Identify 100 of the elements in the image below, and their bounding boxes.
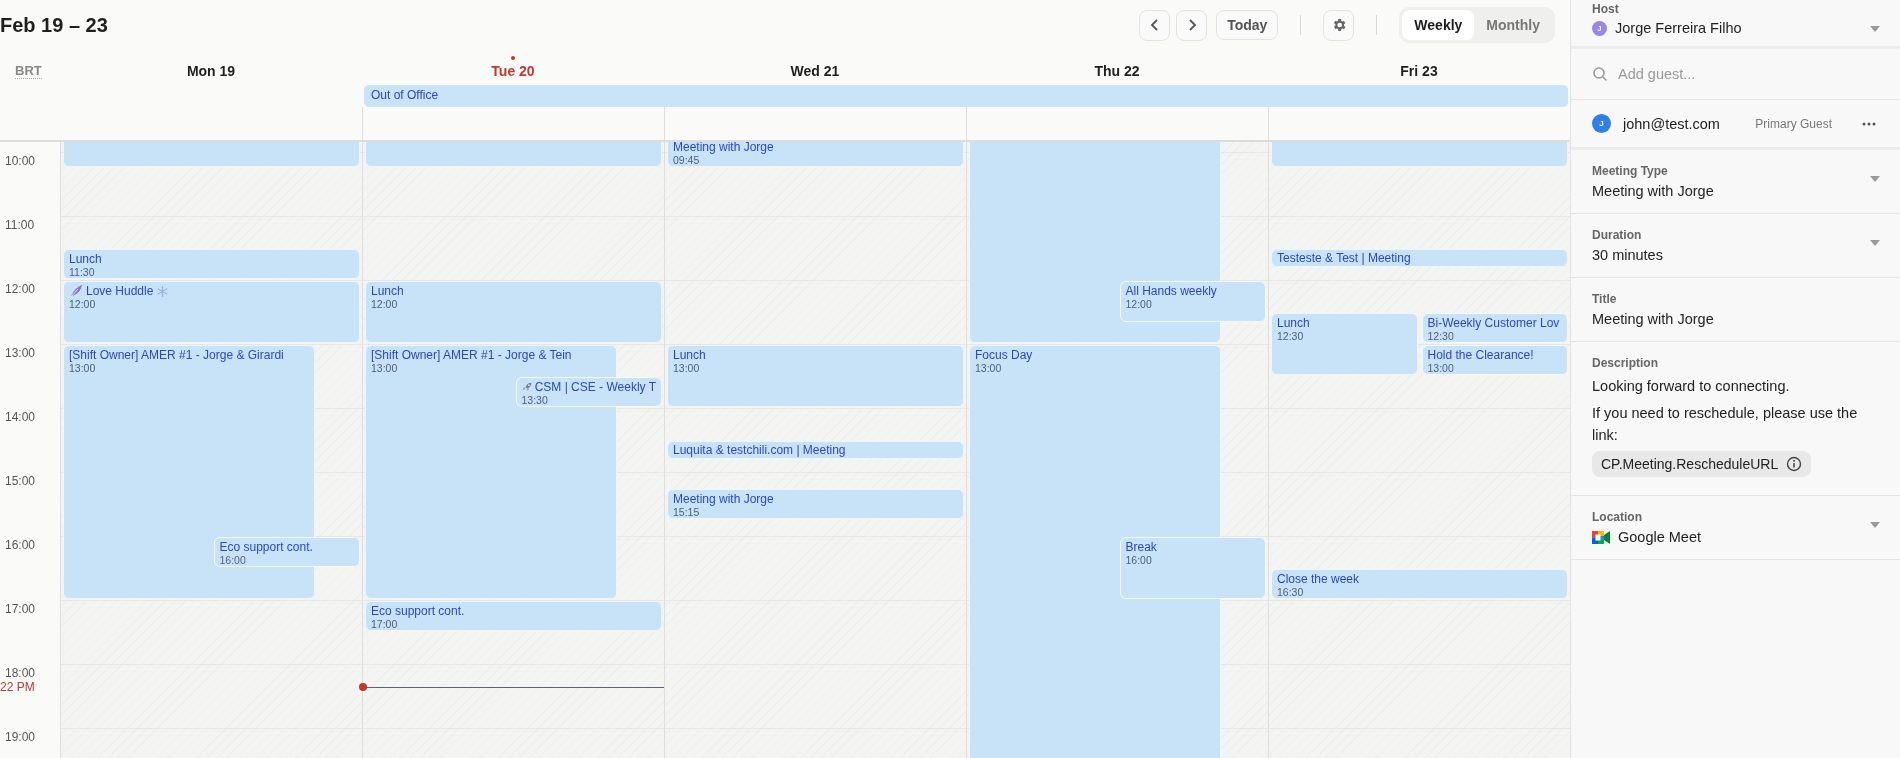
event-title: Testeste & Test | Meeting [1277,251,1411,265]
event-title: Lunch [371,284,404,298]
event-block[interactable]: Lunch 12:00 [365,281,662,343]
day-header: Thu 22 [1094,63,1140,79]
event-title: Love Huddle [86,284,154,298]
event-time: 13:30 [521,394,549,406]
event-title: Bi-Weekly Customer Lov [1427,316,1560,330]
event-time: 12:30 [1277,330,1305,342]
field-label: Meeting Type [1592,164,1669,178]
event-block[interactable]: CSM | CSE - Weekly T 13:30 [515,377,662,407]
event-block[interactable]: Hold the Clearance! 13:00 [1421,345,1568,375]
event-title: Hold the Clearance! [1427,348,1534,362]
hour-label: 12:00 [5,282,36,296]
hour-label: 19:00 [5,730,36,744]
host-label: Host [1592,2,1620,16]
event-block[interactable]: Lunch 11:30 [63,249,360,279]
event-title: Meeting with Jorge [673,492,774,506]
current-time-label: 22 PM [0,680,35,695]
variable-chip[interactable]: CP.Meeting.RescheduleURL [1592,451,1812,477]
field-value: 30 minutes [1592,247,1664,263]
chip-text: CP.Meeting.RescheduleURL [1601,456,1779,472]
event-block[interactable]: Eco support cont. 16:00 [213,537,360,567]
event-title: [Shift Owner] AMER #1 - Jorge & Girardi [69,348,284,362]
today-button[interactable]: Today [1216,10,1279,40]
guest-role: Primary Guest [1755,116,1832,131]
event-block[interactable]: Meeting with Jorge 15:15 [667,489,964,519]
field-label: Description [1592,356,1659,370]
current-time-dot [359,683,367,692]
description-text: If you need to reschedule, please use the link: [1592,404,1859,445]
event-title: Break [1125,540,1157,554]
day-header: Tue 20 [491,63,535,79]
event-block[interactable]: Lunch 12:30 [1271,313,1418,375]
event-title: Focus Day [975,348,1033,362]
chevron-left-icon [1149,19,1160,31]
more-icon [1862,121,1876,126]
host-name: Jorge Ferreira Filho [1615,20,1742,36]
event-block[interactable]: Testeste & Test | Meeting [1271,249,1568,267]
event-block[interactable]: All Hands weekly 12:00 [1119,281,1266,322]
event-title: [Shift Owner] AMER #1 - Jorge & Tein [371,348,572,362]
event-block[interactable]: Close the week 16:30 [1271,569,1568,599]
field-value: Google Meet [1618,529,1702,545]
event-time: 13:00 [371,362,399,374]
field-label: Title [1592,292,1618,306]
date-range-title: Feb 19 – 23 [0,13,109,37]
feather-icon [69,284,83,298]
event-title: Lunch [69,252,102,266]
timezone-label: BRT [15,63,42,79]
event-time: 13:00 [69,362,97,374]
hour-label: 13:00 [5,346,36,360]
info-icon [1786,456,1803,472]
caret-icon [1870,240,1880,246]
previous-week-button[interactable] [1139,9,1171,41]
guest-avatar: J [1592,114,1611,133]
event-block[interactable]: Eco support cont. 17:00 [365,601,662,631]
field-value: Meeting with Jorge [1592,311,1715,327]
event-title: Lunch [673,348,706,362]
all-day-event[interactable]: Out of Office [364,85,1568,107]
hour-label: 18:00 [5,666,36,680]
day-header: Mon 19 [186,63,236,79]
event-time: 17:00 [371,618,399,630]
snowflake-icon [156,284,170,298]
day-header: Fri 23 [1400,63,1438,79]
event-title: Meeting with Jorge [673,142,774,154]
add-guest-field[interactable]: Add guest... [1618,66,1838,82]
guest-email: john@test.com [1623,115,1720,132]
hour-label: 14:00 [5,410,36,424]
event-title: Luquita & testchili.com | Meeting [673,443,846,457]
view-tab[interactable]: Weekly [1402,10,1475,40]
event-time: 12:00 [1125,298,1153,310]
event-time: 11:30 [69,266,96,278]
event-block[interactable]: Love Huddle 12:00 [63,281,360,343]
event-title: Lunch [1277,316,1310,330]
event-title: Close the week [1277,572,1360,586]
field-label: Duration [1592,228,1643,242]
video-camera-icon [1592,529,1610,545]
event-block[interactable]: Break 16:00 [1119,537,1266,599]
field-label: Location [1592,510,1643,524]
search-icon [1592,66,1608,82]
event-block[interactable]: Lunch 13:00 [667,345,964,407]
event-time: 12:00 [69,298,97,310]
today-dot-icon [511,56,515,60]
description-text: Looking forward to connecting. [1592,377,1791,396]
caret-icon [1870,176,1880,182]
event-block[interactable]: Meeting with Jorge 09:45 [667,142,964,167]
hour-label: 11:00 [5,218,35,232]
field-value: Meeting with Jorge [1592,183,1715,199]
chevron-right-icon [1186,19,1197,31]
event-time: 13:00 [1427,362,1455,374]
view-tab[interactable]: Monthly [1474,10,1552,40]
event-time: 16:30 [1277,586,1305,598]
event-time: 16:00 [1125,554,1153,566]
event-time: 13:00 [975,362,1003,374]
caret-icon [1870,26,1880,32]
event-time: 09:45 [673,154,701,166]
event-block[interactable]: Bi-Weekly Customer Lov 12:30 [1421,313,1568,343]
next-week-button[interactable] [1176,9,1208,41]
settings-button[interactable] [1323,9,1355,41]
event-title: Eco support cont. [219,540,313,554]
hour-label: 10:00 [5,154,36,168]
event-block[interactable]: Luquita & testchili.com | Meeting [667,441,964,459]
